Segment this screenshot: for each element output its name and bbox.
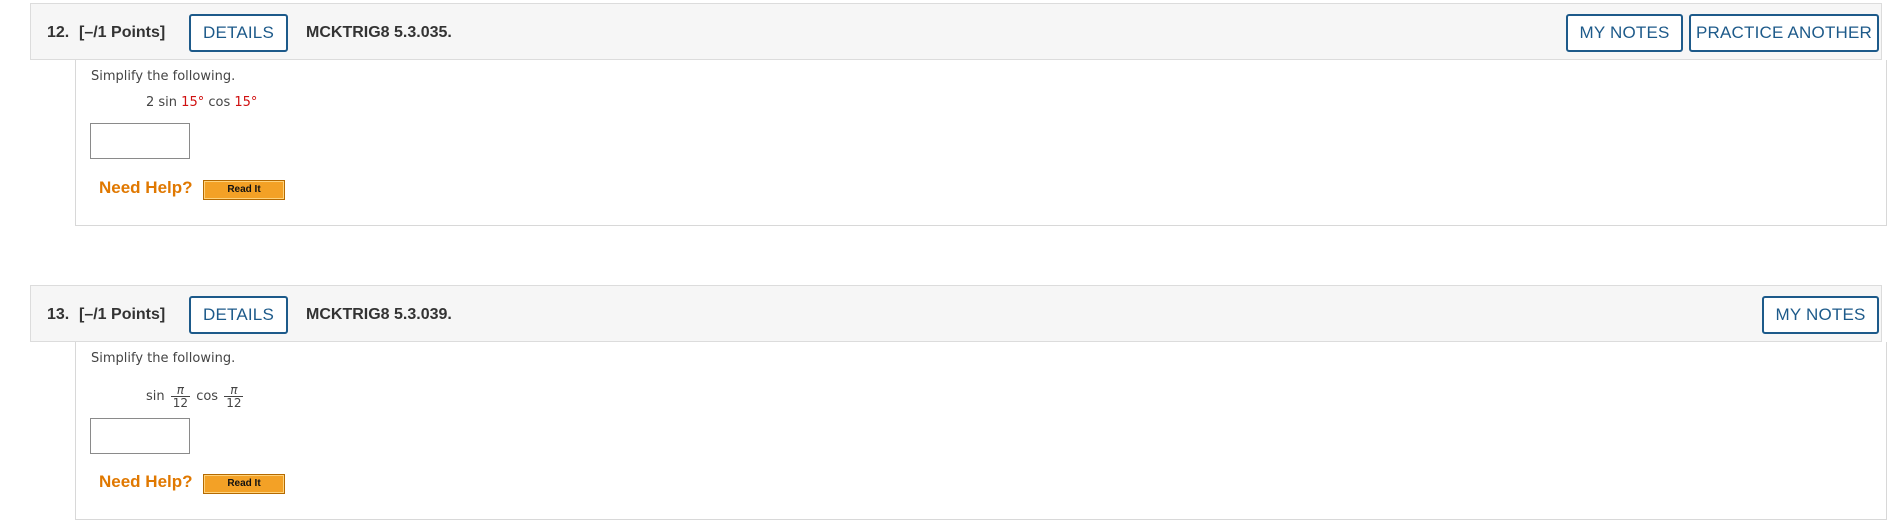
question-number: 13.: [47, 306, 70, 323]
math-expression: 2 sin 15° cos 15°: [146, 95, 257, 110]
question-number: 12.: [47, 24, 70, 41]
answer-input[interactable]: [90, 418, 190, 454]
question-header: 13. [–/1 Points] DETAILS MCKTRIG8 5.3.03…: [30, 285, 1882, 342]
math-expression: sin π 12 cos π 12: [146, 384, 245, 409]
question-code: MCKTRIG8 5.3.039.: [306, 306, 452, 323]
read-it-button[interactable]: Read It: [203, 474, 285, 494]
fraction-denominator: 12: [226, 396, 242, 410]
question-prompt: Simplify the following.: [91, 351, 236, 366]
answer-input[interactable]: [90, 123, 190, 159]
need-help-label: Need Help?: [99, 178, 193, 197]
fraction-1: π 12: [170, 384, 191, 410]
practice-another-button[interactable]: PRACTICE ANOTHER: [1689, 14, 1879, 52]
question-points: [–/1 Points]: [79, 306, 166, 323]
my-notes-button[interactable]: MY NOTES: [1566, 14, 1683, 52]
fraction-2: π 12: [224, 384, 244, 410]
question-body: Simplify the following. 2 sin 15° cos 15…: [75, 60, 1887, 226]
expression-fn-2: cos: [196, 389, 219, 404]
question-points: [–/1 Points]: [79, 24, 166, 41]
expression-angle-2: 15°: [234, 95, 258, 110]
question-code: MCKTRIG8 5.3.035.: [306, 24, 452, 41]
expression-coef: 2 sin: [146, 95, 182, 110]
expression-angle-1: 15°: [181, 95, 205, 110]
details-button[interactable]: DETAILS: [189, 296, 288, 334]
read-it-button[interactable]: Read It: [203, 180, 285, 200]
details-button[interactable]: DETAILS: [189, 14, 288, 52]
expression-fn-1: sin: [146, 389, 165, 404]
question-prompt: Simplify the following.: [91, 69, 236, 84]
expression-mid: cos: [204, 95, 235, 110]
question-body: Simplify the following. sin π 12 cos π 1…: [75, 342, 1887, 520]
my-notes-button[interactable]: MY NOTES: [1762, 296, 1879, 334]
need-help-label: Need Help?: [99, 472, 193, 491]
fraction-denominator: 12: [172, 396, 189, 410]
question-header: 12. [–/1 Points] DETAILS MCKTRIG8 5.3.03…: [30, 3, 1882, 60]
